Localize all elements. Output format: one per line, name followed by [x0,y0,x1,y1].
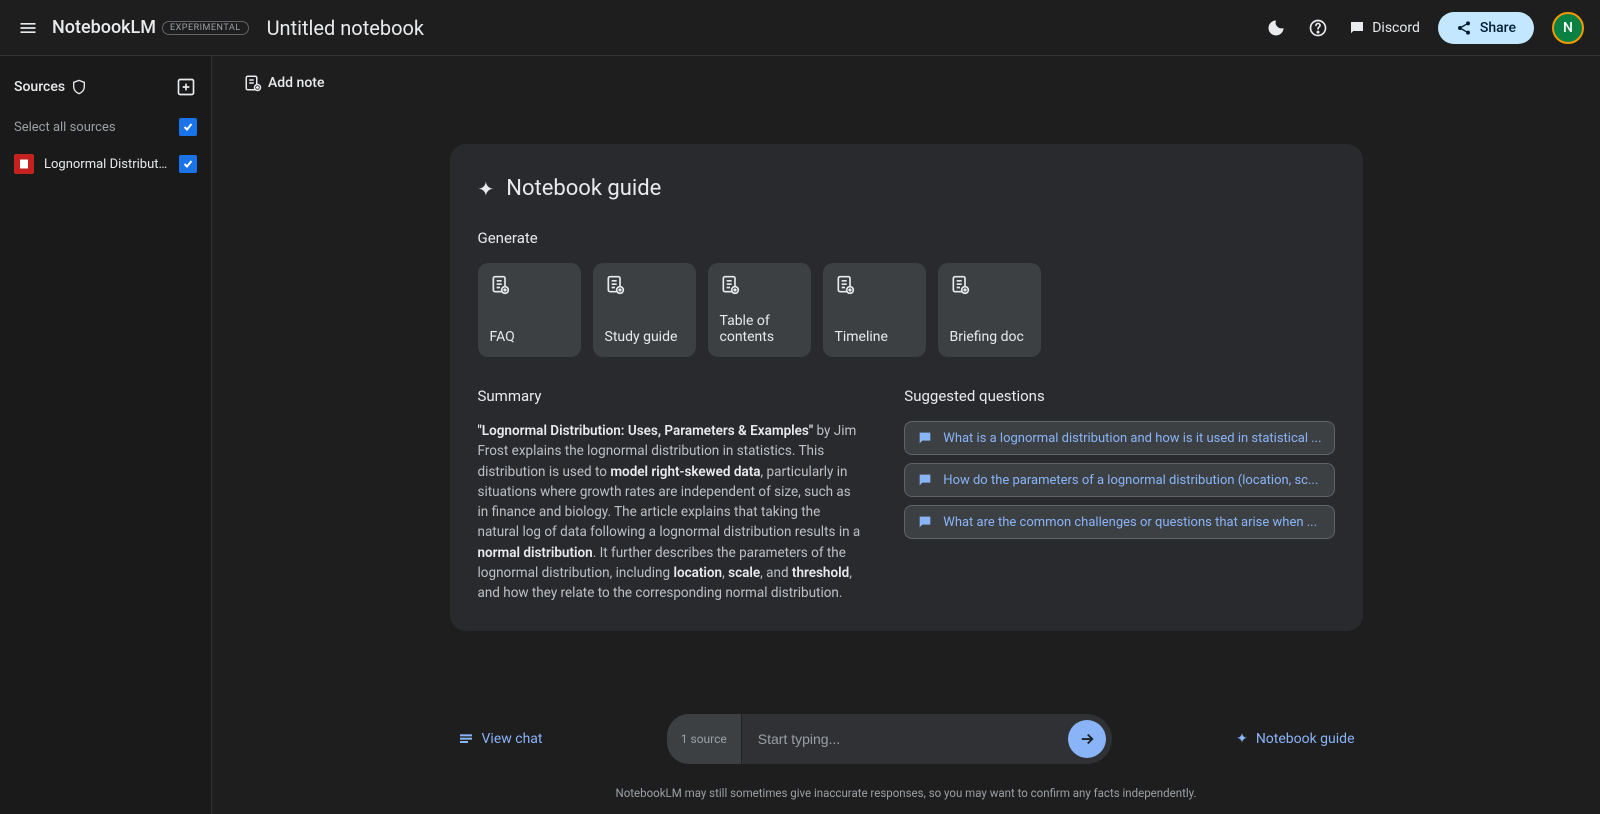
source-item[interactable]: Lognormal Distributio... [14,154,197,174]
generate-briefing-doc-card[interactable]: Briefing doc [938,263,1041,357]
share-button[interactable]: Share [1438,12,1534,44]
share-label: Share [1480,20,1516,36]
source-name: Lognormal Distributio... [44,157,169,172]
dark-mode-icon[interactable] [1264,16,1288,40]
summary-body: "Lognormal Distribution: Uses, Parameter… [478,421,865,603]
select-all-checkbox[interactable] [179,118,197,136]
source-checkbox[interactable] [179,155,197,173]
disclaimer-text: NotebookLM may still sometimes give inac… [616,786,1197,800]
chat-input-container: 1 source [667,714,1112,764]
bottom-bar: View chat 1 source ✦ Notebook guide Note… [212,700,1600,800]
pdf-icon [14,154,34,174]
question-text: What is a lognormal distribution and how… [943,431,1321,446]
summary-title: Summary [478,387,865,405]
add-source-button[interactable] [175,76,197,98]
source-count-badge[interactable]: 1 source [667,714,742,764]
chat-icon [917,514,933,530]
suggested-questions-title: Suggested questions [904,387,1334,405]
card-label: Table of contents [720,313,799,345]
avatar[interactable]: N [1552,12,1584,44]
suggested-question[interactable]: How do the parameters of a lognormal dis… [904,463,1334,497]
main-area: Add note ✦ Notebook guide Generate FAQ S… [212,56,1600,814]
doc-icon [490,275,510,295]
suggested-question[interactable]: What is a lognormal distribution and how… [904,421,1334,455]
notebook-title[interactable]: Untitled notebook [267,16,424,40]
card-label: FAQ [490,329,569,345]
add-note-button[interactable]: Add note [244,74,324,92]
discord-label: Discord [1372,20,1420,36]
generate-faq-card[interactable]: FAQ [478,263,581,357]
sparkle-icon: ✦ [1236,731,1248,747]
sources-label: Sources [14,79,65,95]
experimental-badge: EXPERIMENTAL [162,21,249,35]
suggested-question[interactable]: What are the common challenges or questi… [904,505,1334,539]
top-bar: NotebookLM EXPERIMENTAL Untitled noteboo… [0,0,1600,56]
notebook-guide-button[interactable]: ✦ Notebook guide [1236,731,1354,747]
send-button[interactable] [1068,720,1106,758]
chat-icon [458,731,474,747]
card-label: Briefing doc [950,329,1029,345]
view-chat-label: View chat [482,731,543,747]
avatar-letter: N [1563,20,1573,36]
generate-label: Generate [478,229,1335,247]
generate-study-guide-card[interactable]: Study guide [593,263,696,357]
help-icon[interactable] [1306,16,1330,40]
doc-icon [950,275,970,295]
card-label: Timeline [835,329,914,345]
sparkle-icon: ✦ [478,177,495,201]
generate-toc-card[interactable]: Table of contents [708,263,811,357]
select-all-label[interactable]: Select all sources [14,120,116,135]
doc-icon [720,275,740,295]
discord-link[interactable]: Discord [1348,19,1420,37]
card-label: Study guide [605,329,684,345]
app-logo: NotebookLM [52,17,156,38]
view-chat-button[interactable]: View chat [458,731,543,747]
add-note-label: Add note [268,75,324,91]
guide-title: Notebook guide [506,176,661,201]
doc-icon [835,275,855,295]
shield-icon [71,79,87,95]
question-text: How do the parameters of a lognormal dis… [943,473,1318,488]
chat-icon [917,472,933,488]
chat-input[interactable] [742,731,1068,747]
sidebar: Sources Select all sources Lognormal Dis… [0,56,212,814]
question-text: What are the common challenges or questi… [943,515,1317,530]
arrow-right-icon [1078,730,1096,748]
hamburger-menu-icon[interactable] [16,16,40,40]
doc-icon [605,275,625,295]
notebook-guide-card: ✦ Notebook guide Generate FAQ Study guid… [450,144,1363,631]
chat-icon [917,430,933,446]
notebook-guide-label: Notebook guide [1256,731,1355,747]
generate-timeline-card[interactable]: Timeline [823,263,926,357]
